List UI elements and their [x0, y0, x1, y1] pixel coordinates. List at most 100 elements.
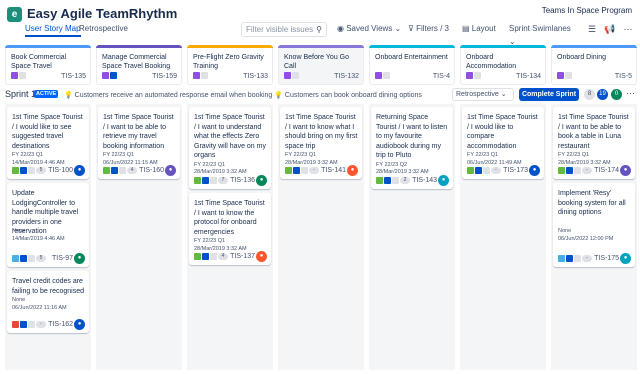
issue-title: 1st Time Space Tourist / I want to know …: [194, 200, 265, 236]
issue-card[interactable]: 1st Time Space Tourist / I want to know …: [280, 107, 362, 179]
epic-key[interactable]: TIS-5: [615, 73, 632, 80]
epic-card[interactable]: Onboard Entertainment TIS-4: [369, 45, 455, 85]
retrospective-select[interactable]: Retrospective ⌄: [452, 88, 514, 101]
issue-card[interactable]: Implement 'Resy' booking system for all …: [553, 183, 635, 267]
issue-fix-version: FY 22/23 Q2: [376, 161, 408, 168]
epic-link-icon: [28, 167, 35, 174]
issue-key[interactable]: TIS-174: [594, 167, 619, 174]
filters-button[interactable]: ⊽ Filters / 3: [404, 22, 454, 37]
epic-link-icon: [28, 255, 35, 262]
issue-type-icon: [558, 167, 565, 174]
avatar[interactable]: ●: [529, 165, 540, 176]
issue-type-icon: [376, 177, 383, 184]
epic-key[interactable]: TIS-159: [152, 73, 177, 80]
issue-card[interactable]: Travel credit codes are failing to be re…: [7, 271, 89, 333]
issue-card[interactable]: Returning Space Tourist / I want to list…: [371, 107, 453, 189]
issue-date: 28/Mar/2019 3:32 AM: [285, 159, 338, 166]
epic-card[interactable]: Onboard Dining TIS-5: [551, 45, 637, 85]
issue-key[interactable]: TIS-175: [594, 255, 619, 262]
sprint-title[interactable]: Sprint 1: [5, 89, 36, 99]
issue-date: 06/Jun/2022 11:16 AM: [12, 304, 67, 311]
epic-key[interactable]: TIS-132: [334, 73, 359, 80]
saved-views-button[interactable]: ◉ Saved Views ⌄: [333, 22, 411, 37]
issue-type-icon: [467, 167, 474, 174]
issue-key[interactable]: TIS-141: [321, 167, 346, 174]
story-points-badge: 7: [218, 177, 228, 184]
epic-icon: [102, 72, 109, 79]
layout-button[interactable]: ▤ Layout: [458, 22, 500, 37]
priority-icon: [293, 167, 300, 174]
avatar[interactable]: ●: [74, 319, 85, 330]
issue-fix-version: FY 22/23 Q1: [103, 152, 135, 158]
priority-icon: [384, 177, 391, 184]
search-icon: ⚲: [316, 25, 322, 34]
app-title: Easy Agile TeamRhythm: [27, 6, 178, 21]
issue-fix-version: FY 22/23 Q1: [194, 161, 226, 168]
issue-date: 28/Mar/2019 3:32 AM: [194, 169, 247, 175]
issue-card[interactable]: 1st Time Space Tourist / I would like to…: [462, 107, 544, 179]
story-points-badge: -: [36, 321, 46, 328]
program-name[interactable]: Teams In Space Program: [542, 6, 632, 15]
issue-card[interactable]: 1st Time Space Tourist / I want to be ab…: [553, 107, 635, 179]
avatar[interactable]: ●: [74, 165, 85, 176]
issue-key[interactable]: TIS-97: [52, 255, 73, 262]
tab-user-story-map[interactable]: User Story Map: [25, 24, 81, 37]
issue-key[interactable]: TIS-143: [412, 177, 437, 184]
megaphone-icon[interactable]: 📢: [603, 22, 617, 36]
swimlanes-select[interactable]: Sprint Swimlanes ⌄: [505, 22, 576, 46]
issue-card[interactable]: 1st Time Space Tourist / I want to be ab…: [98, 107, 180, 179]
more-icon[interactable]: ⋯: [621, 22, 635, 36]
epic-color-bar: [187, 45, 273, 48]
issue-footer: -: [467, 167, 501, 174]
epic-card[interactable]: Onboard Accommodation TIS-134: [460, 45, 546, 85]
avatar[interactable]: ●: [165, 165, 176, 176]
avatar[interactable]: ●: [256, 251, 267, 262]
epic-key[interactable]: TIS-135: [61, 73, 86, 80]
avatar[interactable]: ●: [620, 253, 631, 264]
filters-label: Filters / 3: [416, 24, 449, 33]
priority-icon: [566, 255, 573, 262]
issue-key[interactable]: TIS-100: [48, 167, 73, 174]
issue-key[interactable]: TIS-162: [48, 321, 73, 328]
sprint-more-icon[interactable]: ⋯: [626, 88, 635, 99]
priority-icon: [383, 72, 390, 79]
avatar[interactable]: ●: [74, 253, 85, 264]
epic-card[interactable]: Pre-Flight Zero Gravity Training TIS-133: [187, 45, 273, 85]
avatar[interactable]: ●: [347, 165, 358, 176]
epic-card[interactable]: Know Before You Go Call TIS-132: [278, 45, 364, 85]
issue-footer: 7: [194, 177, 228, 184]
priority-icon: [20, 321, 27, 328]
issue-date: 28/Mar/2019 3:32 AM: [376, 169, 429, 175]
epic-link-icon: [483, 167, 490, 174]
done-count-badge: 0: [611, 89, 622, 100]
issue-card[interactable]: Update LodgingController to handle multi…: [7, 183, 89, 267]
epic-card[interactable]: Book Commercial Space Travel TIS-135: [5, 45, 91, 85]
issue-key[interactable]: TIS-160: [139, 167, 164, 174]
epic-key[interactable]: TIS-134: [516, 73, 541, 80]
complete-sprint-button[interactable]: Complete Sprint: [519, 88, 579, 101]
story-points-badge: -: [582, 167, 592, 174]
issue-key[interactable]: TIS-137: [230, 253, 255, 260]
avatar[interactable]: ●: [620, 165, 631, 176]
issue-meta: FY 22/23 Q1 28/Mar/2019 3:32 AM: [194, 238, 247, 253]
epic-key[interactable]: TIS-4: [433, 73, 450, 80]
issue-key[interactable]: TIS-136: [230, 177, 255, 184]
issue-title: Implement 'Resy' booking system for all …: [558, 190, 626, 216]
issue-date: 28/Mar/2019 3:32 AM: [558, 159, 611, 166]
tab-retrospective[interactable]: Retrospective: [79, 24, 128, 33]
chevron-down-icon: ⌄: [498, 91, 507, 98]
issue-card[interactable]: 1st Time Space Tourist / I want to under…: [189, 107, 271, 189]
epic-card[interactable]: Manage Commercial Space Travel Booking TI…: [96, 45, 182, 85]
avatar[interactable]: ●: [438, 175, 449, 186]
issue-key[interactable]: TIS-173: [503, 167, 528, 174]
story-points-badge: 5: [36, 255, 46, 262]
issue-card[interactable]: 1st Time Space Tourist / I want to know …: [189, 193, 271, 265]
epic-key[interactable]: TIS-133: [243, 73, 268, 80]
issue-footer: 4: [194, 253, 228, 260]
issue-card[interactable]: 1st Time Space Tourist / I would like to…: [7, 107, 89, 179]
issue-footer: -: [558, 255, 592, 262]
stack-icon[interactable]: ☰: [585, 22, 599, 36]
avatar[interactable]: ●: [256, 175, 267, 186]
issue-meta: None 06/Jun/2022 12:00 PM: [558, 228, 613, 243]
search-input[interactable]: Filter visible issues ⚲: [241, 22, 327, 37]
